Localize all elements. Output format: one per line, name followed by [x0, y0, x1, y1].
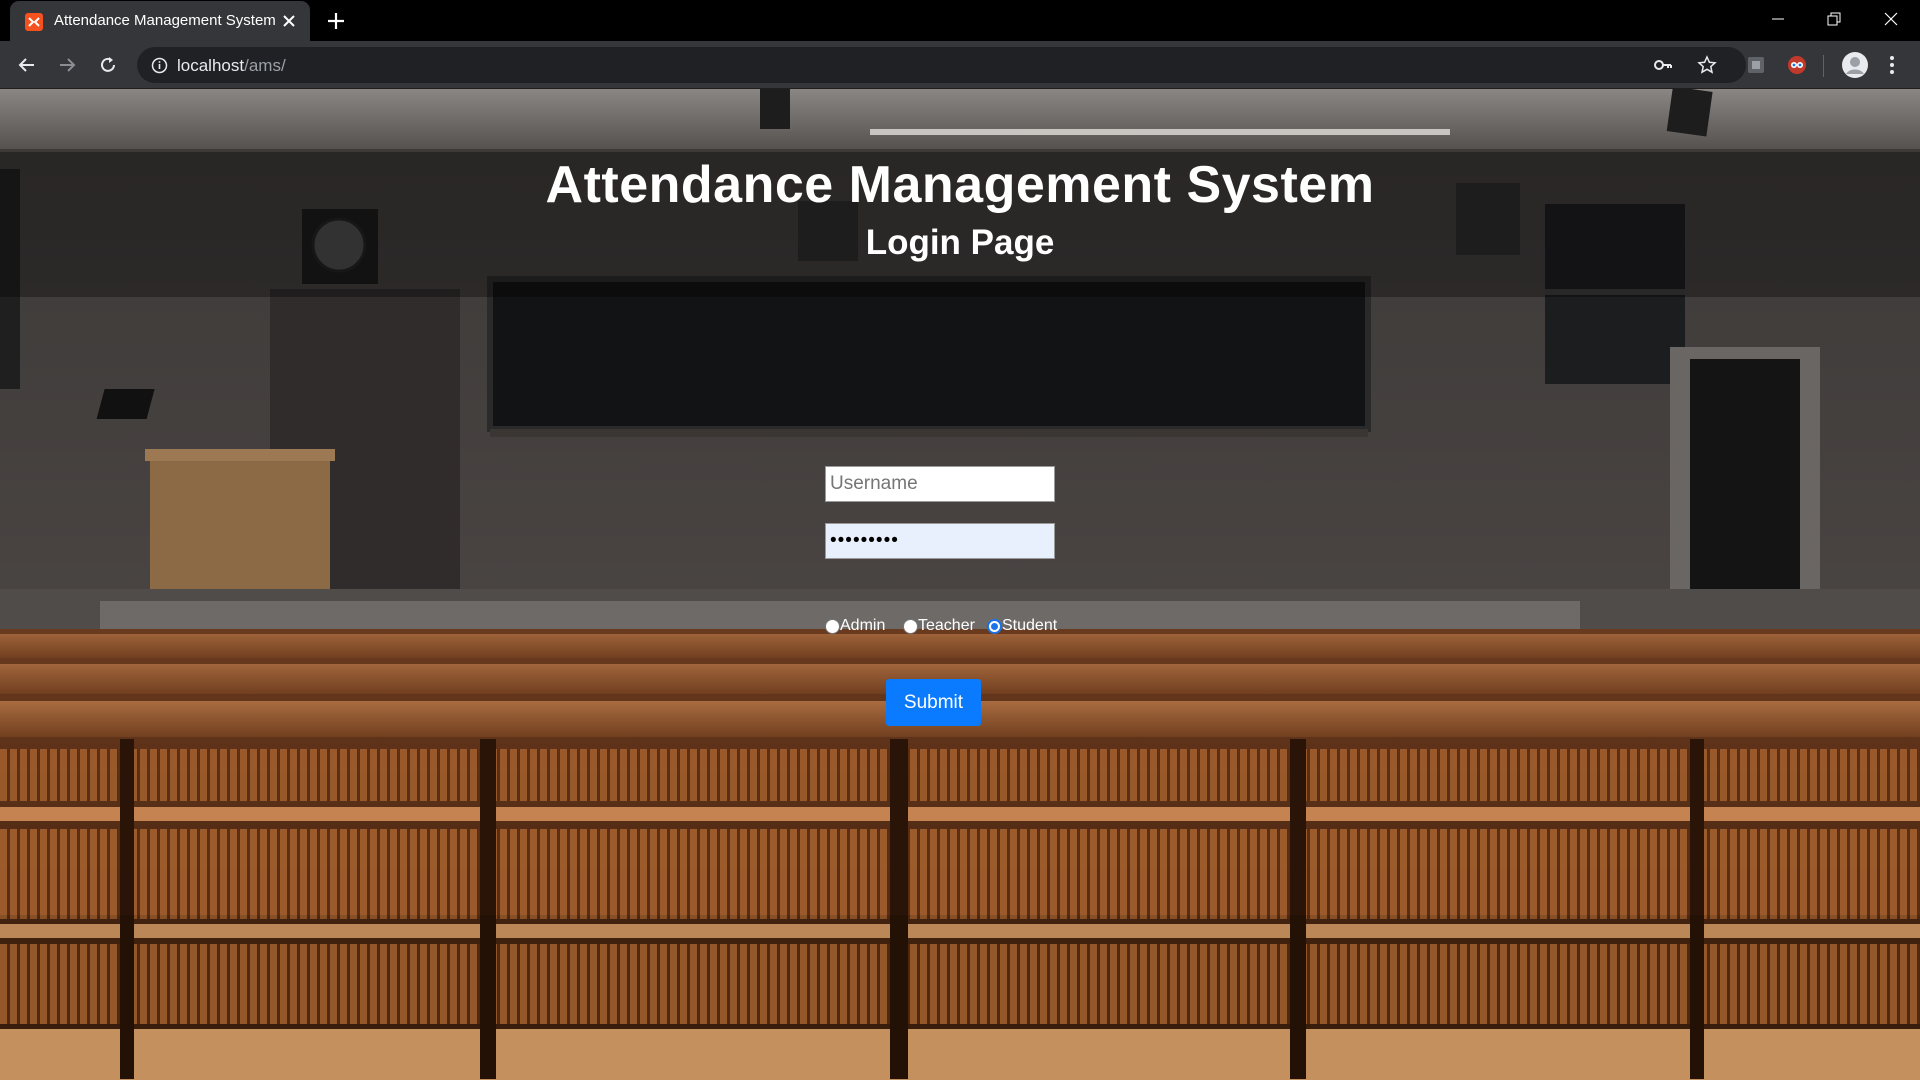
radio-student-button[interactable] — [987, 618, 1002, 634]
radio-teacher-button[interactable] — [903, 618, 918, 634]
radio-student[interactable]: Student — [987, 617, 1057, 635]
browser-titlebar: Attendance Management System — [0, 0, 1920, 41]
url-text: localhost/ams/ — [177, 56, 286, 75]
back-icon[interactable] — [14, 52, 40, 78]
new-tab-icon[interactable] — [325, 10, 347, 32]
password-input[interactable] — [825, 523, 1055, 559]
bottom-overlay — [0, 915, 1920, 1080]
browser-tab-active[interactable]: Attendance Management System — [10, 1, 310, 41]
app-favicon-icon — [25, 13, 43, 31]
radio-teacher[interactable]: Teacher — [903, 617, 975, 635]
close-window-icon[interactable] — [1863, 0, 1919, 38]
page-title: Attendance Management System — [545, 156, 1375, 214]
radio-student-label: Student — [1002, 617, 1058, 634]
key-icon[interactable] — [1653, 55, 1673, 75]
browser-toolbar: localhost/ams/ — [0, 41, 1920, 89]
extension-icon[interactable] — [1744, 53, 1768, 77]
radio-admin-label: Admin — [840, 617, 886, 634]
toolbar-divider — [1823, 55, 1824, 77]
more-menu-icon[interactable] — [1880, 53, 1904, 77]
extension-eyes-icon[interactable] — [1785, 53, 1809, 77]
bookmark-star-icon[interactable] — [1697, 55, 1717, 75]
tab-title: Attendance Management System — [54, 12, 276, 29]
radio-admin-button[interactable] — [825, 618, 840, 634]
radio-admin[interactable]: Admin — [825, 617, 885, 635]
site-info-icon[interactable] — [151, 57, 168, 74]
restore-icon[interactable] — [1806, 0, 1862, 38]
submit-button[interactable]: Submit — [886, 679, 981, 726]
profile-avatar-icon[interactable] — [1840, 50, 1870, 80]
radio-teacher-label: Teacher — [918, 617, 975, 634]
username-input[interactable] — [825, 466, 1055, 502]
page-subtitle: Login Page — [865, 223, 1055, 262]
forward-icon[interactable] — [54, 52, 80, 78]
reload-icon[interactable] — [95, 52, 121, 78]
close-tab-icon[interactable] — [280, 12, 298, 30]
minimize-icon[interactable] — [1750, 0, 1806, 38]
page-viewport: Attendance Management System Login Page … — [0, 89, 1920, 1080]
address-bar[interactable]: localhost/ams/ — [137, 47, 1746, 83]
